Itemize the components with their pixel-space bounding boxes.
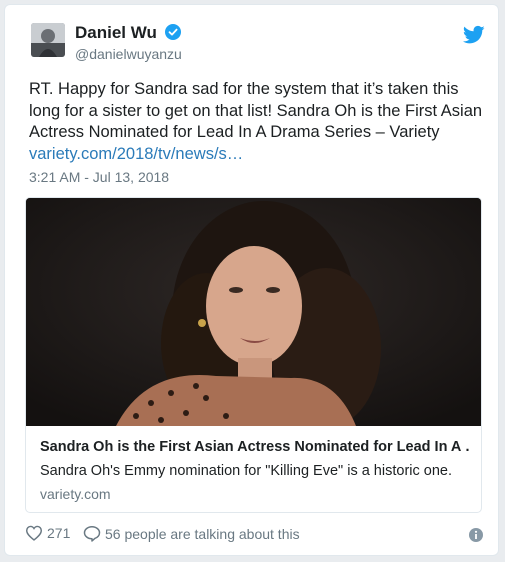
twitter-logo-icon[interactable] xyxy=(463,25,485,45)
link-preview-card[interactable]: Sandra Oh is the First Asian Actress Nom… xyxy=(25,197,482,513)
tweet-card: Daniel Wu @danielwuyanzu RT. Happy for S… xyxy=(4,4,499,556)
author-names: Daniel Wu @danielwuyanzu xyxy=(75,23,182,62)
timestamp[interactable]: 3:21 AM - Jul 13, 2018 xyxy=(29,169,169,185)
like-action[interactable]: 271 xyxy=(25,525,70,541)
tweet-actions: 271 56 people are talking about this xyxy=(25,525,485,547)
conversation-text: 56 people are talking about this xyxy=(105,525,300,542)
avatar[interactable] xyxy=(31,23,65,57)
card-description: Sandra Oh's Emmy nomination for "Killing… xyxy=(40,463,452,479)
heart-icon xyxy=(25,525,43,541)
display-name[interactable]: Daniel Wu xyxy=(75,23,157,42)
info-icon[interactable] xyxy=(469,528,483,542)
user-handle[interactable]: @danielwuyanzu xyxy=(75,46,182,62)
conversation-action[interactable]: 56 people are talking about this xyxy=(83,525,300,542)
verified-badge-icon xyxy=(165,24,182,40)
reply-bubble-icon xyxy=(83,526,101,542)
card-title[interactable]: Sandra Oh is the First Asian Actress Nom… xyxy=(40,438,470,456)
tweet-header: Daniel Wu @danielwuyanzu xyxy=(31,23,491,67)
card-image[interactable] xyxy=(26,198,481,428)
card-text: Sandra Oh is the First Asian Actress Nom… xyxy=(40,438,470,502)
tweet-link[interactable]: variety.com/2018/tv/news/s… xyxy=(29,144,489,166)
like-count: 271 xyxy=(47,525,71,541)
card-domain: variety.com xyxy=(40,486,111,502)
tweet-body: RT. Happy for Sandra sad for the system … xyxy=(29,80,483,141)
tweet-text: RT. Happy for Sandra sad for the system … xyxy=(29,79,489,165)
